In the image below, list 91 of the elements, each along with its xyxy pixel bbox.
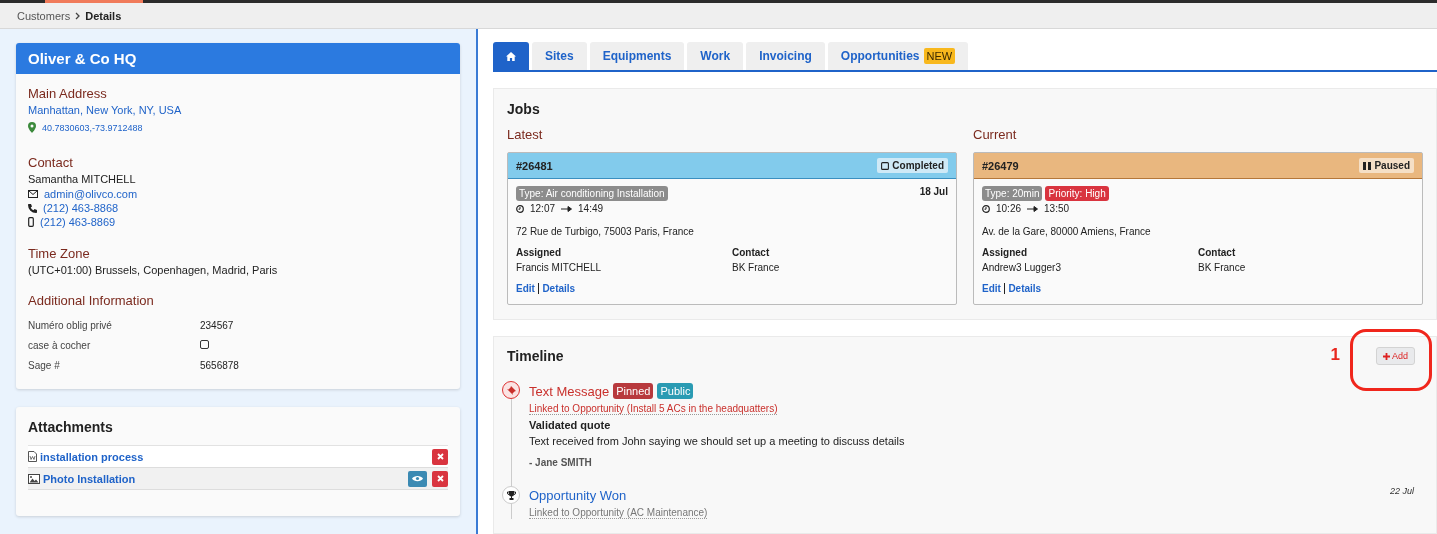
email-link[interactable]: admin@olivco.com (44, 188, 138, 200)
field-label: case à cocher (28, 340, 92, 351)
field-label: Numéro oblig privé (28, 320, 113, 331)
job-time: 10:26 (996, 203, 1022, 214)
entry-text: Text received from John saying we should set up a meeting to discuss details (529, 435, 906, 447)
job-tag: Type: Air conditioning Installation (516, 186, 668, 201)
panel-title: Timeline (507, 348, 564, 364)
delete-button[interactable] (432, 470, 448, 487)
job-address: Av. de la Gare, 80000 Amiens, France (982, 226, 1152, 237)
mobile-phone-icon (28, 217, 34, 227)
add-button[interactable]: Add (1376, 347, 1415, 365)
trophy-icon (506, 490, 516, 500)
annotation-number: 1 (1330, 345, 1340, 365)
job-number: #26481 (516, 159, 553, 172)
linked-opportunity-link[interactable]: Linked to Opportunity (AC Maintenance) (529, 507, 708, 519)
card-title: Attachments (27, 418, 114, 437)
job-link[interactable]: Details (1008, 283, 1042, 294)
breadcrumb-item: Details (85, 9, 122, 22)
status-badge: Paused (1359, 158, 1414, 173)
section-heading: Contact (28, 155, 74, 170)
plus-icon (1383, 352, 1390, 360)
section-heading: Main Address (28, 86, 108, 101)
field-label: Assigned (982, 247, 1028, 258)
entry-title: Opportunity Won (529, 488, 627, 503)
map-pin-icon (28, 122, 36, 133)
contact-name: BK France (732, 262, 781, 273)
close-icon (436, 475, 444, 482)
coordinates-link[interactable]: 40.7830603,-73.9712488 (42, 122, 143, 133)
linked-opportunity-link[interactable]: Linked to Opportunity (Install 5 ACs in the headquatters) (529, 403, 778, 415)
clock-icon (982, 204, 990, 213)
tab[interactable]: Work (687, 42, 744, 70)
home-icon (506, 51, 516, 61)
time-zone: (UTC+01:00) Brussels, Copenhagen, Madrid, Paris (28, 264, 279, 276)
phone-link[interactable]: (212) 463-8869 (40, 216, 116, 228)
job-time: 14:49 (578, 203, 604, 214)
square-icon (881, 161, 890, 170)
address-link[interactable]: Manhattan, New York, NY, USA (28, 104, 448, 116)
assigned-name: Francis MITCHELL (516, 262, 602, 273)
delete-button[interactable] (432, 448, 448, 465)
field-label: Contact (732, 247, 771, 258)
job-link[interactable]: Edit (982, 283, 1001, 294)
field-label: Contact (1198, 247, 1237, 258)
phone-icon (28, 203, 37, 213)
entry-title: Text Message (529, 383, 610, 399)
tab[interactable]: Opportunities NEW (827, 42, 969, 70)
job-date: 18 Jul (919, 186, 948, 197)
field-label: Assigned (516, 247, 562, 258)
view-button[interactable] (408, 470, 427, 487)
job-tag: Type: 20min (982, 186, 1043, 201)
field-label: Sage # (28, 360, 61, 371)
entry-author: - Jane SMITH (529, 457, 593, 468)
eye-icon (412, 475, 423, 482)
contact-name: BK France (1198, 262, 1247, 273)
job-address: 72 Rue de Turbigo, 75003 Paris, France (516, 226, 695, 237)
chevron-right-icon (75, 11, 81, 20)
panel-title: Jobs (507, 101, 541, 117)
job-tag: Priority: High (1045, 186, 1109, 201)
breadcrumb-item[interactable]: Customers (17, 9, 71, 22)
entry-tag: Public (657, 383, 694, 399)
job-link[interactable]: Details (542, 283, 576, 294)
close-icon (436, 453, 444, 460)
contact-name: Samantha MITCHELL (28, 173, 137, 185)
job-number: #26479 (982, 159, 1019, 172)
envelope-icon (28, 190, 38, 198)
assigned-name: Andrew3 Lugger3 (982, 262, 1062, 273)
clock-icon (516, 204, 524, 213)
image-icon (28, 473, 40, 484)
entry-date: 22 Jul (1389, 486, 1414, 498)
tab[interactable]: Sites (532, 42, 587, 70)
tab[interactable]: Equipments (589, 42, 685, 70)
section-heading: Time Zone (28, 246, 91, 261)
phone-link[interactable]: (212) 463-8868 (43, 202, 119, 214)
entry-tag: Pinned (613, 383, 654, 399)
job-link[interactable]: Edit (516, 283, 535, 294)
new-badge: NEW (923, 48, 956, 64)
status-badge: Completed (877, 158, 948, 173)
arrow-right-icon (561, 205, 573, 212)
group-heading: Latest (507, 127, 544, 142)
job-time: 13:50 (1044, 203, 1070, 214)
field-value: 234567 (200, 320, 235, 331)
customer-name: Oliver & Co HQ (16, 43, 460, 74)
arrow-right-icon (1027, 205, 1039, 212)
job-time: 12:07 (530, 203, 556, 214)
entry-subject: Validated quote (529, 419, 612, 431)
checkbox[interactable] (200, 340, 209, 349)
tab[interactable]: Invoicing (746, 42, 825, 70)
field-value: 5656878 (200, 360, 240, 371)
section-heading: Additional Information (28, 293, 155, 308)
group-heading: Current (973, 127, 1018, 142)
pause-icon (1363, 161, 1372, 170)
home-tab[interactable] (493, 42, 529, 70)
